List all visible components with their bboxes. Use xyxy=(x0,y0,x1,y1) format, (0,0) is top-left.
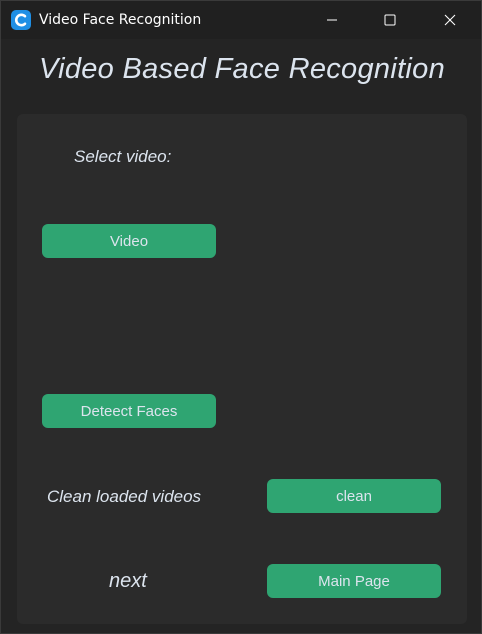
video-button[interactable]: Video xyxy=(42,224,216,258)
clean-videos-label: Clean loaded videos xyxy=(47,487,202,506)
maximize-icon xyxy=(384,14,396,26)
detect-faces-button[interactable]: Deteect Faces xyxy=(42,394,216,428)
next-label: next xyxy=(109,570,147,592)
app-window: Video Face Recognition Video Based Face … xyxy=(0,0,482,634)
minimize-button[interactable] xyxy=(303,1,361,39)
app-icon xyxy=(11,10,31,30)
title-bar[interactable]: Video Face Recognition xyxy=(1,1,481,39)
close-button[interactable] xyxy=(421,1,479,39)
main-page-button[interactable]: Main Page xyxy=(267,564,441,598)
minimize-icon xyxy=(327,19,337,21)
window-title: Video Face Recognition xyxy=(39,12,202,28)
select-video-label: Select video: xyxy=(74,147,172,166)
close-icon xyxy=(444,14,456,26)
page-title: Video Based Face Recognition xyxy=(38,53,446,85)
content-frame xyxy=(17,114,467,624)
clean-button[interactable]: clean xyxy=(267,479,441,513)
maximize-button[interactable] xyxy=(361,1,419,39)
